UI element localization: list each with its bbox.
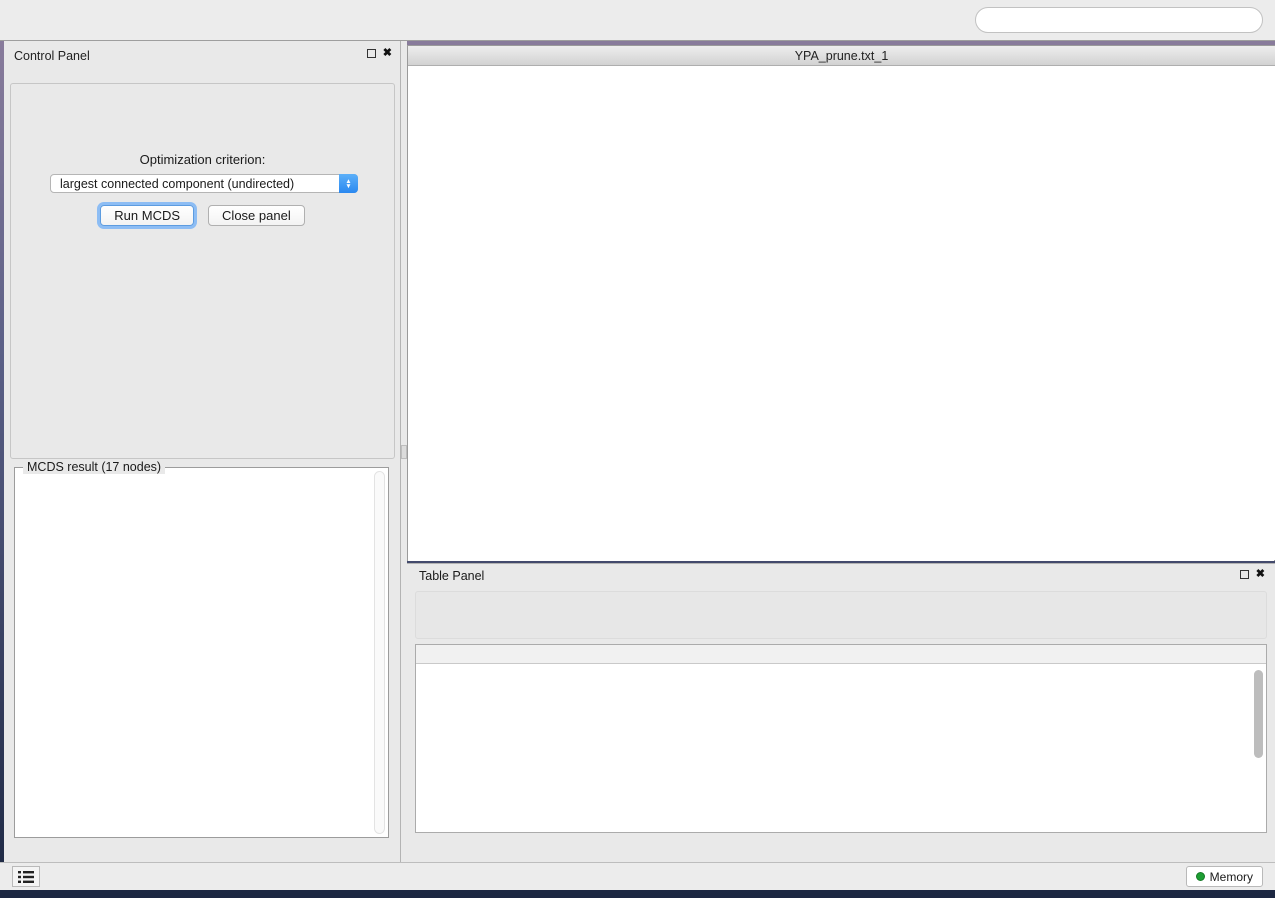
- table-header-row: [416, 645, 1266, 664]
- close-panel-icon[interactable]: ✖: [383, 48, 392, 58]
- status-bar: Memory: [0, 862, 1275, 890]
- network-graph[interactable]: [408, 67, 1274, 561]
- main-toolbar: [0, 0, 1275, 41]
- optimization-criterion-label: Optimization criterion:: [11, 152, 394, 167]
- node-table: [415, 644, 1267, 833]
- memory-label: Memory: [1210, 870, 1253, 884]
- run-mcds-button[interactable]: Run MCDS: [100, 205, 194, 226]
- task-history-button[interactable]: [12, 866, 40, 887]
- close-panel-button[interactable]: Close panel: [208, 205, 305, 226]
- close-table-panel-icon[interactable]: ✖: [1256, 569, 1265, 579]
- mcds-result-box: MCDS result (17 nodes): [14, 467, 389, 838]
- mcds-tab-content: Optimization criterion: largest connecte…: [10, 83, 395, 459]
- table-scrollbar-thumb[interactable]: [1254, 670, 1263, 758]
- float-table-panel-icon[interactable]: [1240, 570, 1249, 579]
- network-canvas[interactable]: [408, 67, 1274, 561]
- table-panel-title: Table Panel: [419, 569, 484, 583]
- mcds-result-list[interactable]: [16, 474, 372, 835]
- memory-button[interactable]: Memory: [1186, 866, 1263, 887]
- task-list-icon: [18, 870, 34, 884]
- mcds-list-scrollbar[interactable]: [374, 471, 385, 834]
- mcds-result-title: MCDS result (17 nodes): [23, 460, 165, 474]
- table-scrollbar[interactable]: [1254, 667, 1264, 827]
- network-window-title: YPA_prune.txt_1: [408, 49, 1275, 63]
- memory-status-icon: [1196, 872, 1205, 881]
- criterion-value: largest connected component (undirected): [51, 177, 339, 191]
- network-window-titlebar[interactable]: YPA_prune.txt_1: [408, 46, 1275, 66]
- dropdown-stepper-icon: ▲▼: [339, 174, 358, 193]
- search-input[interactable]: [984, 13, 1262, 27]
- table-panel: Table Panel ✖: [407, 563, 1275, 862]
- network-view-window: YPA_prune.txt_1: [407, 45, 1275, 561]
- search-box[interactable]: [975, 7, 1263, 33]
- table-toolbar: [415, 591, 1267, 639]
- criterion-dropdown[interactable]: largest connected component (undirected)…: [50, 174, 358, 193]
- control-panel-title: Control Panel: [14, 49, 90, 63]
- float-panel-icon[interactable]: [367, 49, 376, 58]
- control-panel: Control Panel ✖ Optimization criterion: …: [4, 41, 401, 862]
